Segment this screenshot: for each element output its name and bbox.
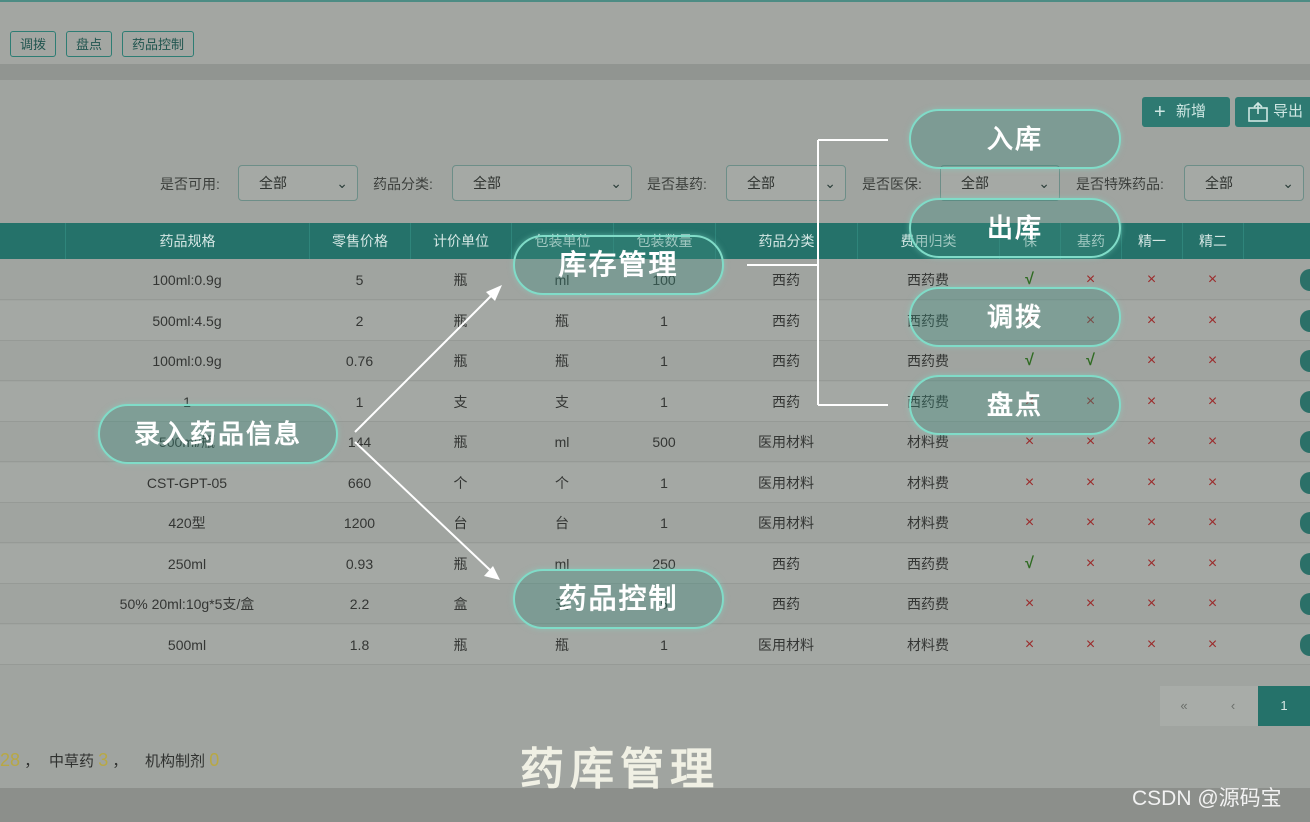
overlay-inbound: 入库 [909, 109, 1121, 169]
watermark: CSDN @源码宝 [1132, 787, 1282, 810]
arrowhead-icon [484, 566, 500, 580]
overlay-inventory-management: 库存管理 [513, 235, 724, 295]
overlay-input-drug-info: 录入药品信息 [98, 404, 338, 464]
overlay-transfer: 调拨 [909, 287, 1121, 347]
overlay-outbound: 出库 [909, 198, 1121, 258]
overlay-drug-control: 药品控制 [513, 569, 724, 629]
app-page: 调拨 盘点 药品控制 + 新增 导出 是否可用: 全部 ⌄ 药品分类: 全部 ⌄ 是… [0, 0, 1310, 822]
overlay-main-title: 药库管理 [520, 745, 720, 794]
arrow-to-inventory [354, 294, 493, 433]
overlay-stocktake: 盘点 [909, 375, 1121, 435]
arrow-to-control [354, 441, 491, 571]
